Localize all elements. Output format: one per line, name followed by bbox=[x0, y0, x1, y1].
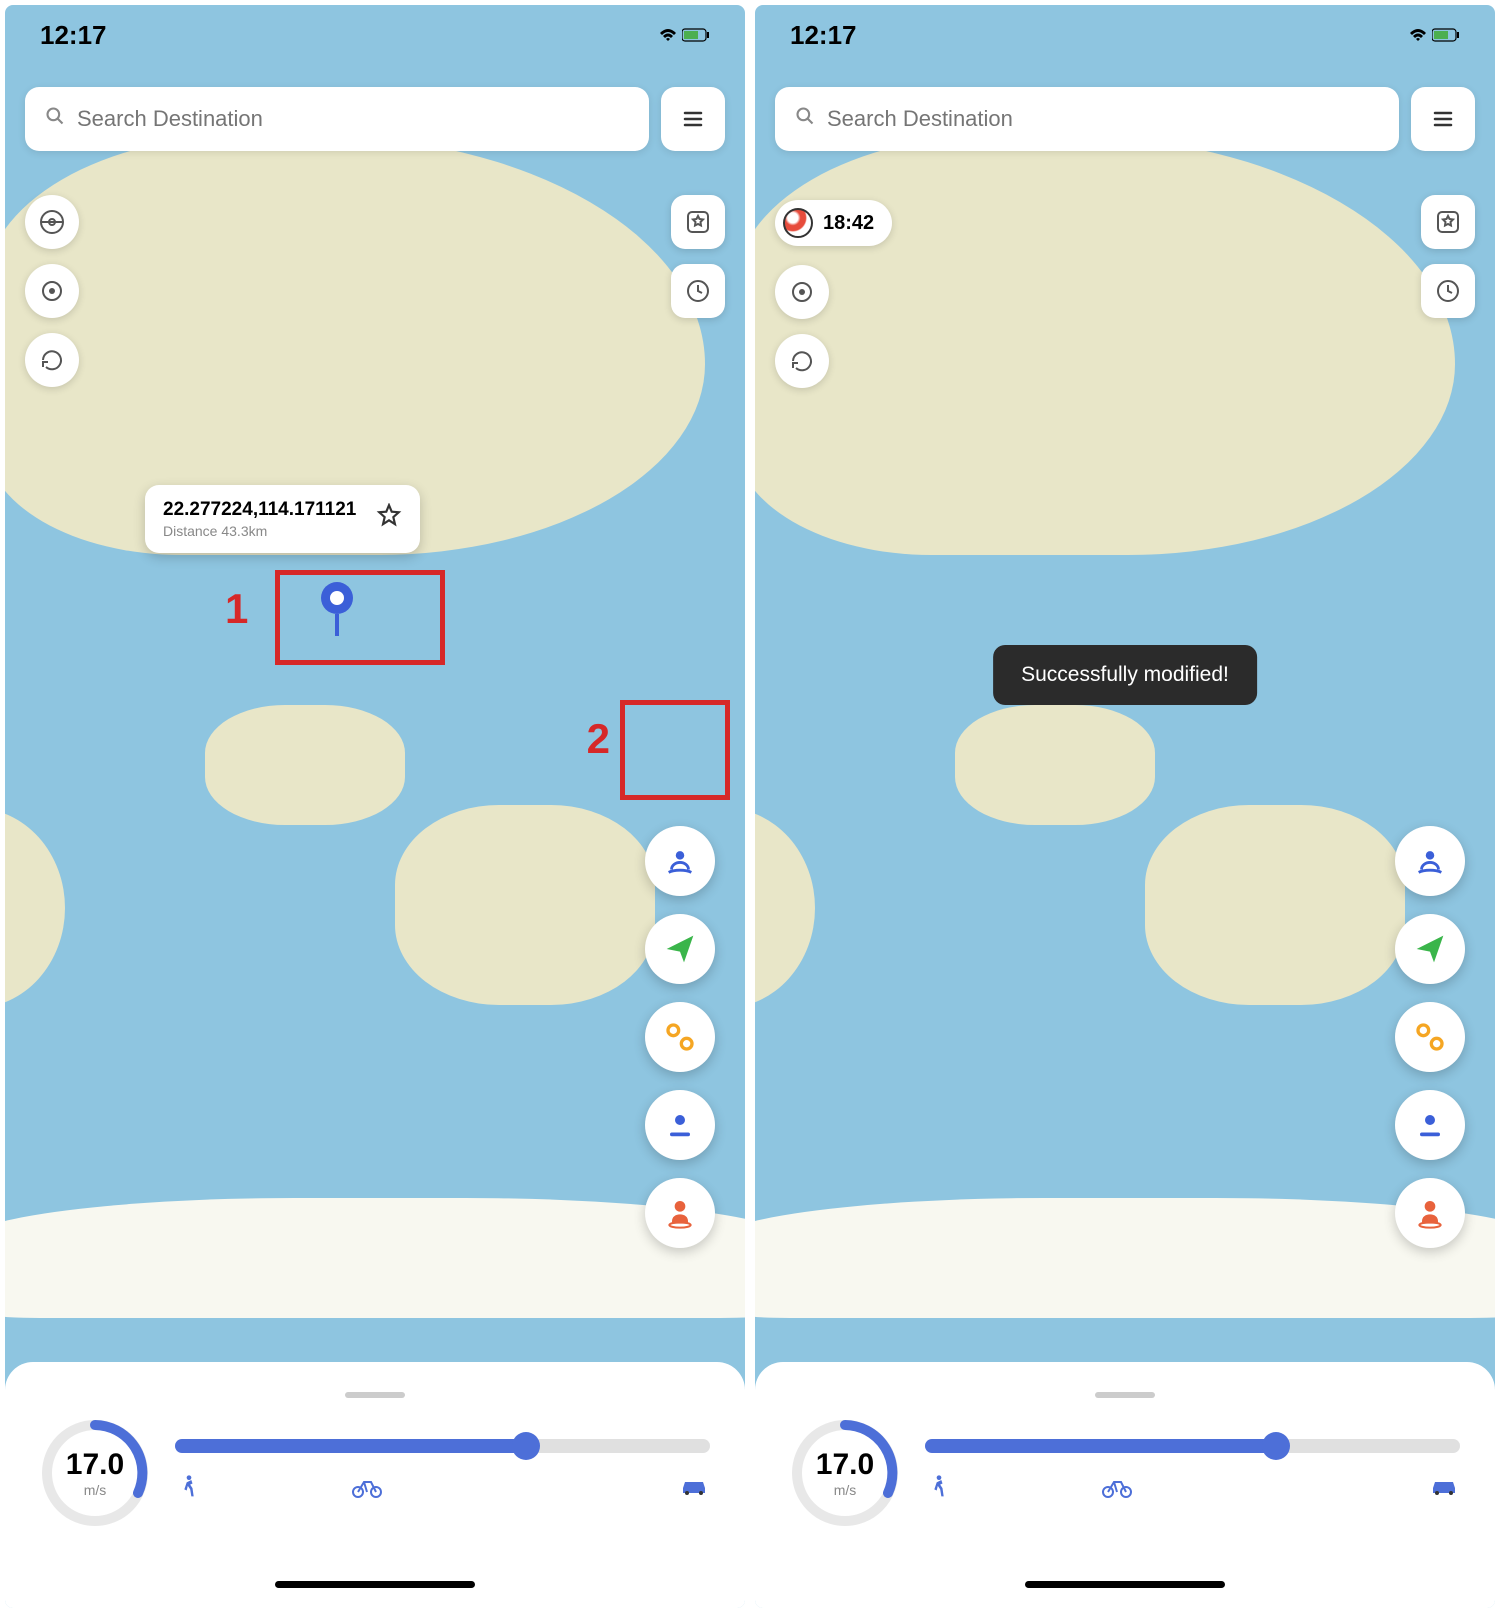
send-button[interactable] bbox=[645, 914, 715, 984]
search-box[interactable] bbox=[775, 87, 1399, 151]
route-icon bbox=[664, 1021, 696, 1053]
coordinate-text: 22.277224,114.171121 bbox=[163, 499, 356, 521]
route-button[interactable] bbox=[645, 1002, 715, 1072]
hamburger-icon bbox=[681, 107, 705, 131]
pokeball-icon bbox=[39, 209, 65, 235]
target-icon bbox=[789, 279, 815, 305]
history-button[interactable] bbox=[671, 264, 725, 318]
avatar-button[interactable] bbox=[645, 1178, 715, 1248]
search-input[interactable] bbox=[77, 106, 629, 132]
coordinate-popup[interactable]: 22.277224,114.171121 Distance 43.3km bbox=[145, 485, 420, 553]
bike-mode-button[interactable] bbox=[351, 1473, 383, 1508]
car-icon bbox=[1428, 1474, 1460, 1498]
speed-slider[interactable] bbox=[925, 1439, 1460, 1453]
location-pin-icon bbox=[1415, 1110, 1445, 1140]
status-time: 12:17 bbox=[40, 20, 107, 51]
person-pin-icon bbox=[1413, 844, 1447, 878]
car-icon bbox=[678, 1474, 710, 1498]
refresh-button[interactable] bbox=[25, 333, 79, 387]
walk-icon bbox=[925, 1473, 953, 1501]
speed-slider[interactable] bbox=[175, 1439, 710, 1453]
annotation-label-2: 2 bbox=[587, 715, 610, 763]
annotation-box-1 bbox=[275, 570, 445, 665]
favorite-button[interactable] bbox=[671, 195, 725, 249]
search-box[interactable] bbox=[25, 87, 649, 151]
car-mode-button[interactable] bbox=[1428, 1473, 1460, 1508]
location-button[interactable] bbox=[645, 1090, 715, 1160]
bike-icon bbox=[1101, 1473, 1133, 1501]
speed-gauge: 17.0 m/s bbox=[40, 1418, 150, 1528]
person-pin-icon bbox=[663, 844, 697, 878]
car-mode-button[interactable] bbox=[678, 1473, 710, 1508]
star-square-icon bbox=[1435, 209, 1461, 235]
avatar-button[interactable] bbox=[1395, 1178, 1465, 1248]
refresh-icon bbox=[789, 348, 815, 374]
wifi-icon bbox=[658, 27, 678, 43]
status-icons bbox=[1408, 27, 1460, 43]
phone-left: 12:17 bbox=[5, 5, 745, 1608]
search-icon bbox=[45, 106, 65, 132]
walk-mode-button[interactable] bbox=[175, 1473, 203, 1508]
route-button[interactable] bbox=[1395, 1002, 1465, 1072]
bike-mode-button[interactable] bbox=[1101, 1473, 1133, 1508]
target-icon bbox=[39, 278, 65, 304]
distance-text: Distance 43.3km bbox=[163, 523, 356, 539]
hamburger-icon bbox=[1431, 107, 1455, 131]
success-toast: Successfully modified! bbox=[993, 645, 1257, 705]
avatar-icon bbox=[664, 1197, 696, 1229]
drag-handle[interactable] bbox=[1095, 1392, 1155, 1398]
wifi-icon bbox=[1408, 27, 1428, 43]
status-bar: 12:17 bbox=[5, 5, 745, 65]
status-time: 12:17 bbox=[790, 20, 857, 51]
search-icon bbox=[795, 106, 815, 132]
paper-plane-icon bbox=[664, 933, 696, 965]
send-button[interactable] bbox=[1395, 914, 1465, 984]
annotation-label-1: 1 bbox=[225, 585, 248, 633]
refresh-icon bbox=[39, 347, 65, 373]
route-icon bbox=[1414, 1021, 1446, 1053]
walk-mode-button[interactable] bbox=[925, 1473, 953, 1508]
paper-plane-icon bbox=[1414, 933, 1446, 965]
home-indicator[interactable] bbox=[275, 1581, 475, 1588]
pokeball-icon bbox=[783, 208, 813, 238]
star-icon bbox=[376, 503, 402, 529]
drag-handle[interactable] bbox=[345, 1392, 405, 1398]
teleport-button[interactable] bbox=[1395, 826, 1465, 896]
favorite-star-button[interactable] bbox=[376, 503, 402, 536]
status-icons bbox=[658, 27, 710, 43]
walk-icon bbox=[175, 1473, 203, 1501]
avatar-icon bbox=[1414, 1197, 1446, 1229]
phone-right: 12:17 18:42 bbox=[755, 5, 1495, 1608]
speed-panel: 17.0 m/s bbox=[755, 1362, 1495, 1608]
battery-icon bbox=[1432, 28, 1460, 42]
favorite-button[interactable] bbox=[1421, 195, 1475, 249]
location-pin-icon bbox=[665, 1110, 695, 1140]
speed-panel: 17.0 m/s bbox=[5, 1362, 745, 1608]
refresh-button[interactable] bbox=[775, 334, 829, 388]
timer-value: 18:42 bbox=[823, 212, 874, 235]
bike-icon bbox=[351, 1473, 383, 1501]
speed-gauge: 17.0 m/s bbox=[790, 1418, 900, 1528]
clock-icon bbox=[685, 278, 711, 304]
target-button[interactable] bbox=[775, 265, 829, 319]
clock-icon bbox=[1435, 278, 1461, 304]
history-button[interactable] bbox=[1421, 264, 1475, 318]
pokeball-button[interactable] bbox=[25, 195, 79, 249]
home-indicator[interactable] bbox=[1025, 1581, 1225, 1588]
status-bar: 12:17 bbox=[755, 5, 1495, 65]
search-input[interactable] bbox=[827, 106, 1379, 132]
cooldown-timer[interactable]: 18:42 bbox=[775, 200, 892, 246]
teleport-button[interactable] bbox=[645, 826, 715, 896]
menu-button[interactable] bbox=[661, 87, 725, 151]
annotation-box-2 bbox=[620, 700, 730, 800]
menu-button[interactable] bbox=[1411, 87, 1475, 151]
battery-icon bbox=[682, 28, 710, 42]
location-button[interactable] bbox=[1395, 1090, 1465, 1160]
target-button[interactable] bbox=[25, 264, 79, 318]
star-square-icon bbox=[685, 209, 711, 235]
